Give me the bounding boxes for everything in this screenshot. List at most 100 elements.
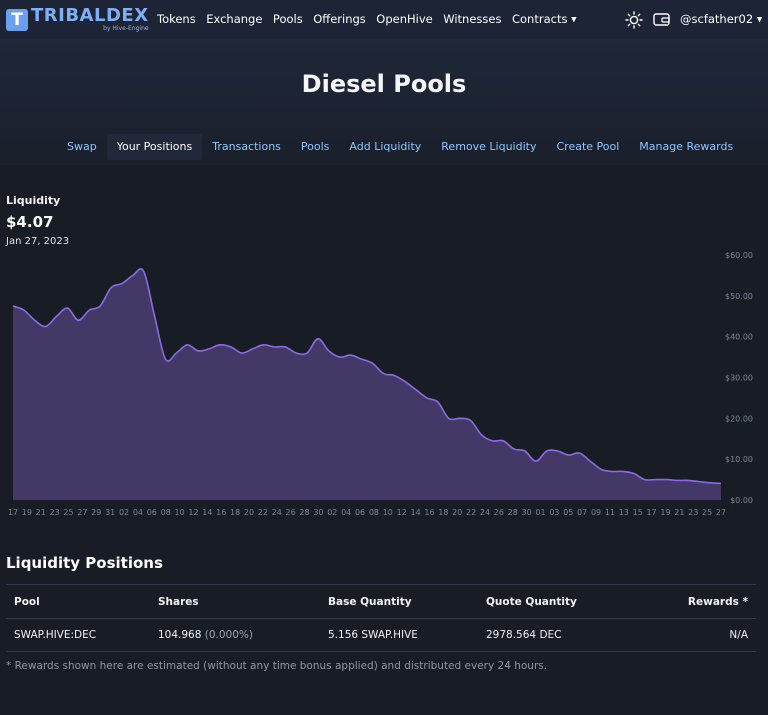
tab-add-liquidity[interactable]: Add Liquidity: [339, 134, 431, 160]
username: @scfather02: [680, 12, 754, 26]
x-tick-label: 23: [688, 508, 698, 517]
x-tick-label: 17: [8, 508, 18, 517]
y-tick-label: $30.00: [725, 374, 753, 383]
page-title: Diesel Pools: [301, 70, 467, 98]
nav-link-pools[interactable]: Pools: [273, 12, 303, 26]
logo-name: TRIBALDEX: [31, 5, 149, 26]
y-tick-label: $40.00: [725, 333, 753, 342]
x-tick-label: 02: [119, 508, 129, 517]
x-tick-label: 14: [202, 508, 212, 517]
nav-link-witnesses[interactable]: Witnesses: [443, 12, 501, 26]
x-tick-label: 08: [369, 508, 379, 517]
nav-links: Tokens Exchange Pools Offerings OpenHive…: [157, 12, 587, 26]
cell-rewards: N/A: [729, 629, 748, 641]
x-tick-label: 19: [22, 508, 32, 517]
col-pool: Pool: [14, 595, 40, 608]
x-tick-label: 03: [549, 508, 559, 517]
tab-your-positions[interactable]: Your Positions: [106, 134, 203, 160]
col-shares: Shares: [158, 595, 199, 608]
logo-subtitle: by Hive-Engine: [103, 25, 149, 32]
x-tick-label: 26: [494, 508, 504, 517]
x-tick-label: 15: [633, 508, 643, 517]
nav-link-contracts-label: Contracts: [511, 12, 568, 26]
x-tick-label: 20: [244, 508, 254, 517]
col-base-quantity: Base Quantity: [328, 595, 412, 608]
x-tick-label: 26: [286, 508, 296, 517]
x-tick-label: 30: [522, 508, 532, 517]
x-tick-label: 16: [216, 508, 226, 517]
positions-table: Pool Shares Base Quantity Quote Quantity…: [6, 584, 756, 652]
nav-link-offerings[interactable]: Offerings: [313, 12, 366, 26]
user-menu[interactable]: @scfather02 ▼: [680, 12, 762, 26]
x-tick-label: 05: [563, 508, 573, 517]
x-tick-label: 21: [674, 508, 684, 517]
y-tick-label: $20.00: [725, 414, 753, 423]
tab-create-pool[interactable]: Create Pool: [546, 134, 629, 160]
positions-title: Liquidity Positions: [6, 554, 163, 572]
liquidity-label: Liquidity: [6, 194, 61, 207]
x-tick-label: 10: [383, 508, 393, 517]
x-tick-label: 18: [438, 508, 448, 517]
y-tick-label: $60.00: [725, 251, 753, 260]
liquidity-value: $4.07: [6, 213, 54, 231]
table-header-row: Pool Shares Base Quantity Quote Quantity…: [6, 584, 756, 618]
y-tick-label: $0.00: [730, 496, 753, 505]
x-tick-label: 23: [50, 508, 60, 517]
shares-value: 104.968: [158, 629, 202, 641]
x-tick-label: 25: [702, 508, 712, 517]
x-tick-label: 06: [355, 508, 365, 517]
x-tick-label: 09: [591, 508, 601, 517]
cell-pool: SWAP.HIVE:DEC: [14, 629, 97, 641]
x-tick-label: 24: [272, 508, 282, 517]
x-tick-label: 04: [133, 508, 143, 517]
table-row[interactable]: SWAP.HIVE:DEC 104.968 (0.000%) 5.156 SWA…: [6, 618, 756, 652]
x-tick-label: 08: [161, 508, 171, 517]
chevron-down-icon: ▼: [756, 15, 763, 24]
nav-link-contracts[interactable]: Contracts ▼: [512, 12, 577, 26]
x-tick-label: 28: [508, 508, 518, 517]
x-tick-label: 02: [327, 508, 337, 517]
col-rewards: Rewards *: [687, 595, 748, 608]
x-tick-label: 16: [424, 508, 434, 517]
x-tick-label: 21: [36, 508, 46, 517]
x-tick-label: 14: [410, 508, 420, 517]
x-tick-label: 31: [105, 508, 115, 517]
cell-shares: 104.968 (0.000%): [158, 629, 328, 641]
tab-remove-liquidity[interactable]: Remove Liquidity: [431, 134, 546, 160]
x-tick-label: 07: [577, 508, 587, 517]
y-tick-label: $50.00: [725, 292, 753, 301]
x-tick-label: 04: [341, 508, 351, 517]
x-tick-label: 30: [313, 508, 323, 517]
logo-mark: T: [6, 8, 28, 31]
nav-link-exchange[interactable]: Exchange: [206, 12, 262, 26]
x-tick-label: 29: [91, 508, 101, 517]
cell-base-quantity: 5.156 SWAP.HIVE: [328, 629, 418, 641]
x-tick-label: 22: [258, 508, 268, 517]
top-navbar: T TRIBALDEX by Hive-Engine Tokens Exchan…: [0, 0, 768, 39]
x-tick-label: 06: [147, 508, 157, 517]
sun-icon[interactable]: [625, 11, 643, 29]
tribaldex-logo[interactable]: T TRIBALDEX by Hive-Engine: [6, 7, 149, 32]
x-tick-label: 19: [660, 508, 670, 517]
rewards-footnote: * Rewards shown here are estimated (with…: [6, 660, 548, 672]
chevron-down-icon: ▼: [571, 15, 577, 24]
wallet-icon[interactable]: [653, 12, 670, 27]
liquidity-area: [13, 268, 721, 500]
nav-link-openhive[interactable]: OpenHive: [376, 12, 432, 26]
x-tick-label: 25: [63, 508, 73, 517]
shares-percent: (0.000%): [204, 629, 253, 641]
tab-transactions[interactable]: Transactions: [202, 134, 291, 160]
x-tick-label: 12: [397, 508, 407, 517]
tab-pools[interactable]: Pools: [291, 134, 340, 160]
tab-manage-rewards[interactable]: Manage Rewards: [629, 134, 743, 160]
liquidity-chart[interactable]: $0.00 $10.00 $20.00 $30.00 $40.00 $50.00 $60.0…: [0, 245, 768, 525]
x-tick-label: 28: [299, 508, 309, 517]
x-tick-label: 12: [188, 508, 198, 517]
nav-link-tokens[interactable]: Tokens: [157, 12, 196, 26]
x-tick-label: 24: [480, 508, 490, 517]
tab-swap[interactable]: Swap: [57, 134, 107, 160]
x-tick-label: 22: [466, 508, 476, 517]
x-tick-label: 17: [646, 508, 656, 517]
x-tick-label: 11: [605, 508, 615, 517]
y-tick-label: $10.00: [725, 455, 753, 464]
